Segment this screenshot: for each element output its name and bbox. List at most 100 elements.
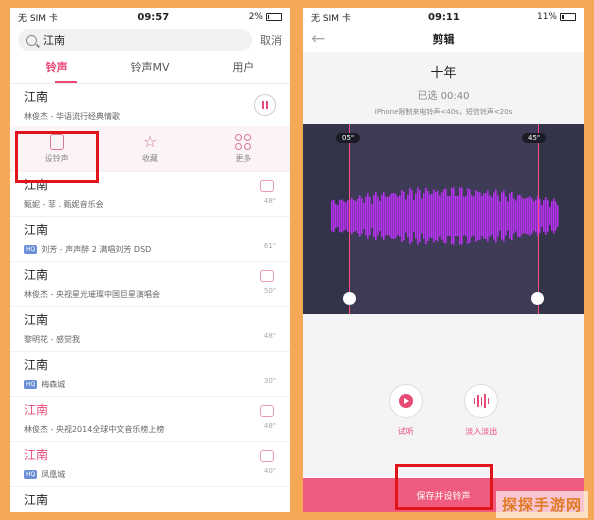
- mv-icon[interactable]: [260, 270, 274, 282]
- song-duration: 61": [263, 242, 276, 250]
- back-arrow-icon[interactable]: ←: [311, 29, 325, 49]
- hq-badge: HQ: [24, 245, 38, 254]
- waveform-graphic: [331, 187, 559, 245]
- song-duration: 48": [263, 332, 276, 340]
- mv-icon[interactable]: [260, 180, 274, 192]
- tab-ringtone-mv[interactable]: 铃声MV: [103, 54, 196, 83]
- playing-song-row[interactable]: 江南 林俊杰 - 华语流行经典情歌: [10, 84, 290, 126]
- song-subtitle: 黎明花 - 感觉我: [24, 335, 80, 344]
- song-title: 江南: [24, 90, 49, 104]
- highlight-box: [15, 131, 99, 183]
- waveform-editor[interactable]: 05" 45": [303, 124, 584, 314]
- preview-control[interactable]: 试听: [388, 384, 423, 437]
- song-subtitle: 刘芳 - 声声醉 2 满唱刘芳 DSD: [41, 245, 152, 254]
- battery-indicator: 2%: [249, 12, 282, 22]
- start-marker-line: [349, 124, 350, 314]
- song-row[interactable]: 江南林俊杰 - 央视2014全球中文音乐榜上榜 48": [10, 397, 290, 442]
- song-subtitle: 甄妮 - 菲 . 甄妮音乐会: [24, 200, 104, 209]
- clip-song-title: 十年: [430, 66, 457, 81]
- right-phone-screen: 无 SIM 卡 09:11 11% ← 剪辑 十年 已选 00:40 iPhon…: [303, 8, 584, 512]
- song-row[interactable]: 江南 HQ 凤凰城 40": [10, 442, 290, 487]
- song-title: 江南: [24, 358, 49, 372]
- battery-indicator: 11%: [537, 12, 576, 22]
- search-bar: 江南 取消: [10, 26, 290, 54]
- song-subtitle: 梅森城: [41, 380, 66, 389]
- fade-label: 淡入淡出: [465, 427, 498, 436]
- status-bar: 无 SIM 卡 09:11 11%: [303, 8, 584, 26]
- song-subtitle-row: HQ 凤凰城: [24, 469, 276, 480]
- hq-badge: HQ: [24, 380, 38, 389]
- preview-button[interactable]: [388, 384, 423, 418]
- end-marker-line: [538, 124, 539, 314]
- start-handle[interactable]: [343, 292, 356, 305]
- song-duration: 48": [263, 422, 276, 430]
- battery-icon: [560, 13, 576, 21]
- song-title: 江南: [24, 268, 49, 282]
- battery-percent: 2%: [248, 12, 263, 22]
- end-time-label: 45": [522, 133, 547, 143]
- clip-info: 十年 已选 00:40 iPhone限制来电铃声<40s，短信铃声<20s: [303, 52, 584, 134]
- tab-ringtone[interactable]: 铃声: [10, 54, 103, 83]
- song-subtitle-row: 林俊杰 - 央视星光璀璨中国巨星演唱会: [24, 289, 276, 300]
- result-tabs: 铃声 铃声MV 用户: [10, 54, 290, 84]
- song-row[interactable]: 江南 HQ 刘芳 - 声声醉 2 满唱刘芳 DSD 61": [10, 217, 290, 262]
- mv-icon[interactable]: [260, 450, 274, 462]
- fade-button[interactable]: [464, 384, 499, 418]
- more-button[interactable]: 更多: [197, 126, 290, 171]
- status-bar: 无 SIM 卡 09:57 2%: [10, 8, 290, 26]
- song-duration: 40": [263, 467, 276, 475]
- song-subtitle: 凤凰城: [41, 470, 66, 479]
- nav-title: 剪辑: [432, 33, 455, 46]
- search-input[interactable]: 江南: [18, 29, 252, 51]
- song-title: 江南: [24, 448, 49, 462]
- carrier-text: 无 SIM 卡: [311, 13, 351, 24]
- tab-users[interactable]: 用户: [197, 54, 290, 83]
- song-row[interactable]: 江南 HQ 梅森城 30": [10, 352, 290, 397]
- pause-button[interactable]: [254, 94, 276, 116]
- search-query: 江南: [43, 34, 65, 47]
- song-subtitle-row: 林俊杰 - 华语流行经典情歌: [24, 111, 276, 122]
- song-row[interactable]: 江南: [10, 487, 290, 512]
- song-row[interactable]: 江南林俊杰 - 央视星光璀璨中国巨星演唱会 50": [10, 262, 290, 307]
- song-title: 江南: [24, 493, 49, 507]
- battery-icon: [265, 13, 282, 21]
- song-duration: 50": [263, 287, 276, 295]
- status-time: 09:57: [137, 11, 170, 23]
- favorite-label: 收藏: [141, 153, 158, 163]
- cancel-button[interactable]: 取消: [260, 32, 282, 48]
- watermark-logo: 探探手游网: [495, 491, 588, 518]
- song-subtitle: 林俊杰 - 华语流行经典情歌: [24, 112, 120, 121]
- favorite-button[interactable]: ☆ 收藏: [103, 126, 196, 171]
- song-title: 江南: [24, 403, 49, 417]
- search-icon: [26, 34, 37, 46]
- nav-bar: ← 剪辑: [303, 26, 584, 52]
- song-subtitle: 林俊杰 - 央视星光璀璨中国巨星演唱会: [24, 290, 160, 299]
- song-duration: 30": [263, 377, 276, 385]
- song-subtitle-row: HQ 梅森城: [24, 379, 276, 390]
- status-time: 09:11: [428, 11, 460, 23]
- end-handle[interactable]: [531, 292, 544, 305]
- more-grid-icon: [235, 133, 252, 150]
- soundwave-icon: [473, 394, 489, 408]
- mv-icon[interactable]: [260, 405, 274, 417]
- song-subtitle-row: HQ 刘芳 - 声声醉 2 满唱刘芳 DSD: [24, 244, 276, 255]
- song-subtitle-row: 黎明花 - 感觉我: [24, 334, 276, 345]
- song-title: 江南: [24, 223, 49, 237]
- length-hint: iPhone限制来电铃声<40s，短信铃声<20s: [374, 108, 513, 116]
- fade-control[interactable]: 淡入淡出: [464, 384, 499, 437]
- song-title: 江南: [24, 313, 49, 327]
- carrier-text: 无 SIM 卡: [18, 13, 58, 24]
- song-duration: 48": [263, 197, 276, 205]
- battery-percent: 11%: [536, 12, 557, 22]
- song-subtitle: 林俊杰 - 央视2014全球中文音乐榜上榜: [24, 425, 165, 434]
- selected-duration: 已选 00:40: [417, 91, 470, 102]
- song-subtitle-row: 甄妮 - 菲 . 甄妮音乐会: [24, 199, 276, 210]
- start-time-label: 05": [336, 133, 361, 143]
- left-phone-screen: 无 SIM 卡 09:57 2% 江南 取消 铃声 铃声MV 用户 江南 林俊杰…: [10, 8, 290, 512]
- song-row[interactable]: 江南黎明花 - 感觉我 48": [10, 307, 290, 352]
- more-label: 更多: [235, 153, 252, 163]
- hq-badge: HQ: [24, 470, 38, 479]
- song-list: 江南 甄妮 - 菲 . 甄妮音乐会 48" 江南 HQ 刘芳 - 声声醉 2 满唱刘芳 D…: [10, 172, 290, 512]
- preview-label: 试听: [397, 427, 414, 436]
- highlight-box: [395, 464, 493, 510]
